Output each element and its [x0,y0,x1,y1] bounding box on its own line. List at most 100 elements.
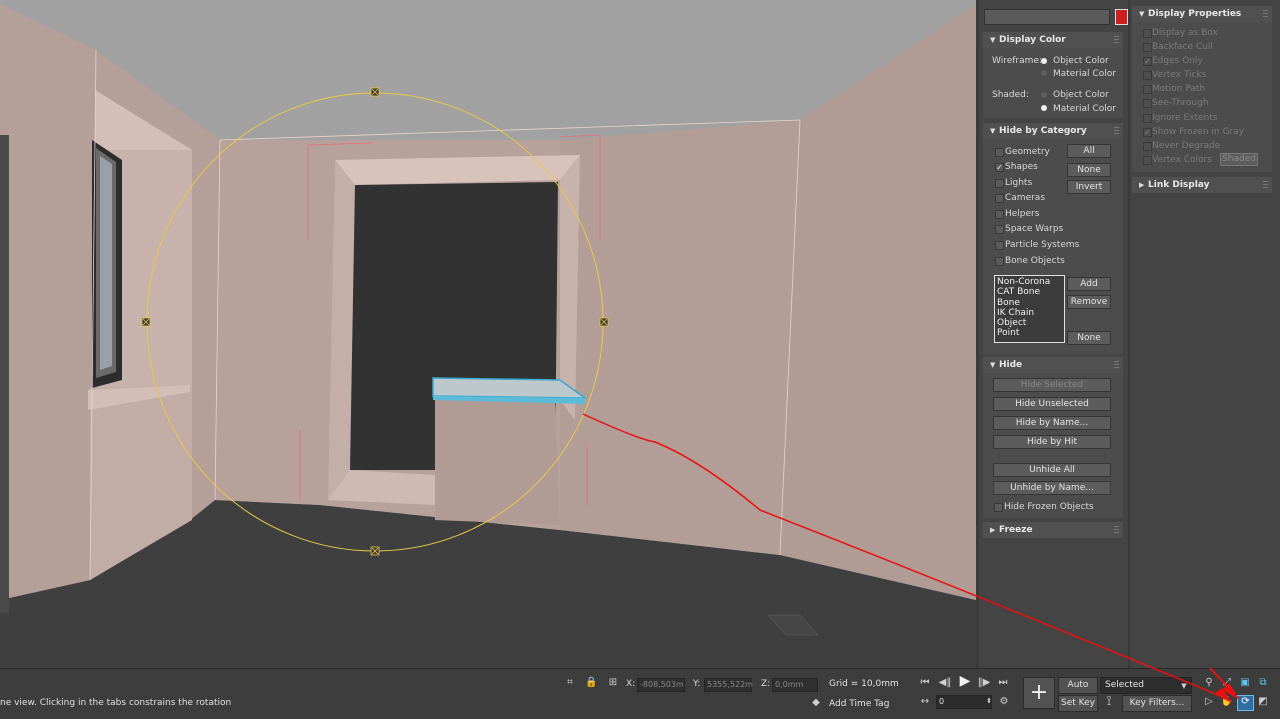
frame-spinner-icon[interactable]: ↔ [918,696,932,708]
z-coordinate-field[interactable]: 0,0mm [772,678,818,692]
list-item[interactable]: CAT Bone [997,287,1062,297]
wireframe-material-color-radio[interactable] [1041,70,1047,76]
rollout-title: Freeze [999,525,1033,535]
list-none-button[interactable]: None [1067,331,1111,345]
bone-objects-checkbox[interactable] [995,257,1004,266]
zoom-extents-all-icon[interactable]: ⧉ [1256,677,1270,689]
invert-button[interactable]: Invert [1067,180,1111,194]
hide-frozen-checkbox[interactable] [994,503,1003,512]
create-key-button[interactable]: + [1023,677,1055,709]
particle-systems-checkbox[interactable] [995,241,1004,250]
go-to-start-icon[interactable]: ⏮ [918,677,932,689]
collapse-triangle-icon: ▼ [990,127,996,135]
display-color-header[interactable]: ▼ Display Color [983,32,1123,48]
pan-view-icon[interactable]: ✋ [1220,696,1234,708]
link-display-rollout: ▶ Link Display [1132,177,1272,193]
key-mode-value: Selected [1105,680,1145,690]
link-display-header[interactable]: ▶ Link Display [1132,177,1272,193]
hide-by-hit-button[interactable]: Hide by Hit [993,435,1111,449]
hide-unselected-button[interactable]: Hide Unselected [993,397,1111,411]
list-item[interactable]: Non-Corona [997,277,1062,287]
zoom-extents-icon[interactable]: ▣ [1238,677,1252,689]
space-warps-checkbox[interactable] [995,225,1004,234]
vertex-colors-shaded-button[interactable]: Shaded [1220,153,1258,166]
never-degrade-checkbox[interactable] [1143,142,1152,151]
unhide-by-name-button[interactable]: Unhide by Name... [993,481,1111,495]
category-label: Space Warps [1005,224,1064,234]
property-label: Display as Box [1152,28,1218,38]
time-tag-icon[interactable]: ◆ [810,697,822,709]
display-properties-column: ▼ Display Properties Display as Box Backf… [1130,0,1280,668]
go-to-end-icon[interactable]: ⏭ [996,677,1010,689]
cameras-checkbox[interactable] [995,194,1004,203]
x-coordinate-field[interactable]: -808,503m [637,678,685,692]
lights-checkbox[interactable] [995,179,1004,188]
remove-button[interactable]: Remove [1067,295,1111,309]
set-key-button[interactable]: Set Key [1058,695,1098,712]
zoom-all-icon[interactable]: ⤢ [1220,677,1234,689]
hide-header[interactable]: ▼ Hide [983,357,1123,373]
none-button[interactable]: None [1067,163,1111,177]
field-of-view-icon[interactable]: ▷ [1202,696,1216,708]
next-frame-icon[interactable]: ‖▶ [977,677,991,689]
list-item[interactable]: Bone [997,298,1062,308]
property-label: Never Degrade [1152,141,1221,151]
freeze-header[interactable]: ▶ Freeze [983,522,1123,538]
add-time-tag-label[interactable]: Add Time Tag [829,699,889,710]
category-label: Particle Systems [1005,240,1080,250]
shaded-option-label: Material Color [1053,104,1116,114]
see-through-checkbox[interactable] [1143,99,1152,108]
absolute-mode-icon[interactable]: ⊞ [606,677,620,689]
list-item[interactable]: Point [997,328,1062,338]
vertex-colors-checkbox[interactable] [1143,156,1152,165]
geometry-checkbox[interactable] [995,148,1004,157]
maximize-viewport-icon[interactable]: ◩ [1256,696,1270,708]
key-filters-button[interactable]: Key Filters... [1122,695,1192,712]
expand-triangle-icon: ▶ [1139,181,1145,189]
add-button[interactable]: Add [1067,277,1111,291]
vertex-ticks-checkbox[interactable] [1143,71,1152,80]
display-as-box-checkbox[interactable] [1143,29,1152,38]
time-configuration-icon[interactable]: ⚙ [997,696,1011,708]
play-icon[interactable]: ▶ [957,674,973,688]
shaded-label: Shaded: [992,90,1029,100]
edges-only-checkbox[interactable]: ✓ [1143,57,1152,66]
ignore-extents-checkbox[interactable] [1143,114,1152,123]
motion-path-checkbox[interactable] [1143,85,1152,94]
isolate-selection-icon[interactable]: ⌗ [563,677,577,689]
auto-key-button[interactable]: Auto Key [1058,677,1098,705]
wireframe-object-color-radio[interactable] [1041,58,1047,64]
display-properties-header[interactable]: ▼ Display Properties [1132,6,1272,22]
zoom-icon[interactable]: ⚲ [1202,677,1216,689]
list-item[interactable]: IK Chain Object [997,308,1062,329]
display-properties-rollout: ▼ Display Properties Display as Box Backf… [1132,6,1272,172]
current-frame-field[interactable]: 0 [936,695,992,709]
hide-by-name-button[interactable]: Hide by Name... [993,416,1111,430]
all-button[interactable]: All [1067,144,1111,158]
filter-keys-icon[interactable]: ⟟ [1101,695,1117,708]
key-mode-dropdown[interactable]: Selected ▼ [1100,677,1192,694]
selection-lock-icon[interactable]: 🔒 [585,677,597,689]
object-color-swatch[interactable] [1115,9,1128,25]
orbit-icon[interactable]: ⟳ [1237,695,1254,711]
shaded-object-color-radio[interactable] [1041,92,1047,98]
helpers-checkbox[interactable] [995,210,1004,219]
category-label: Lights [1005,178,1033,188]
shapes-checkbox[interactable]: ✓ [995,163,1004,172]
y-coordinate-field[interactable]: 5355,522m [704,678,753,692]
category-listbox[interactable]: Non-Corona CAT Bone Bone IK Chain Object… [994,275,1065,343]
previous-frame-icon[interactable]: ◀‖ [938,677,952,689]
chevron-down-icon: ▼ [1181,682,1187,690]
spinner-arrows-icon[interactable]: ⬍ [985,695,993,707]
backface-cull-checkbox[interactable] [1143,43,1152,52]
perspective-viewport[interactable] [0,0,976,668]
unhide-all-button[interactable]: Unhide All [993,463,1111,477]
hide-by-category-header[interactable]: ▼ Hide by Category [983,123,1123,139]
rollout-title: Display Color [999,35,1066,45]
show-frozen-in-gray-checkbox[interactable]: ✓ [1143,128,1152,137]
shaded-material-color-radio[interactable] [1041,105,1047,111]
property-label: See-Through [1152,98,1209,108]
object-name-field[interactable] [984,9,1110,25]
hide-selected-button[interactable]: Hide Selected [993,378,1111,392]
rollout-title: Link Display [1148,180,1210,190]
